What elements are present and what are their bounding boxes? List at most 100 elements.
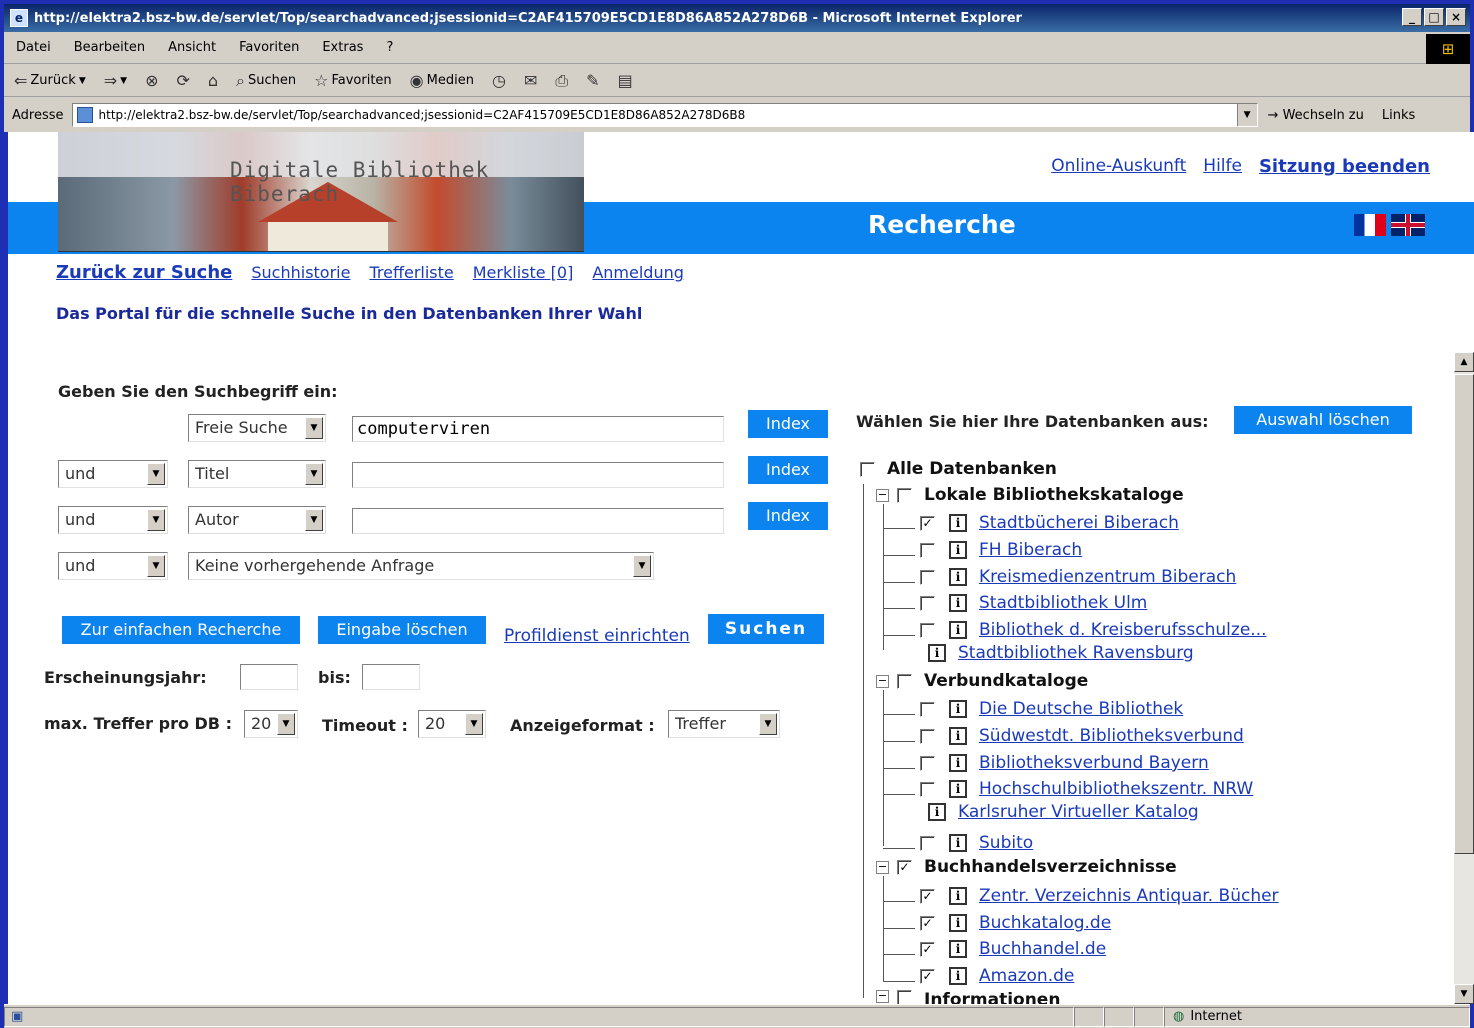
info-icon[interactable]: i bbox=[949, 541, 967, 559]
database-checkbox[interactable] bbox=[920, 595, 935, 611]
info-icon[interactable]: i bbox=[949, 727, 967, 745]
info-icon[interactable]: i bbox=[949, 834, 967, 852]
database-link[interactable]: Bibliotheksverbund Bayern bbox=[979, 753, 1209, 773]
year-to-input[interactable] bbox=[362, 664, 420, 690]
forward-button[interactable]: ⇒ ▼ bbox=[104, 71, 127, 90]
collapse-icon[interactable]: − bbox=[876, 860, 889, 874]
refresh-icon[interactable]: ⟳ bbox=[176, 71, 189, 90]
discuss-icon[interactable]: ▤ bbox=[618, 71, 633, 90]
operator-select-3[interactable]: und ▼ bbox=[58, 506, 168, 534]
info-icon[interactable]: i bbox=[949, 940, 967, 958]
previous-query-select[interactable]: Keine vorhergehende Anfrage ▼ bbox=[188, 552, 654, 580]
menu-help[interactable]: ? bbox=[386, 40, 393, 55]
database-checkbox[interactable] bbox=[920, 728, 935, 744]
scroll-thumb[interactable] bbox=[1454, 374, 1474, 854]
info-icon[interactable]: i bbox=[949, 700, 967, 718]
history-icon[interactable]: ◷ bbox=[492, 71, 506, 90]
collapse-icon[interactable]: − bbox=[876, 488, 889, 502]
info-icon[interactable]: i bbox=[949, 967, 967, 985]
database-link[interactable]: Kreismedienzentrum Biberach bbox=[979, 567, 1236, 587]
all-databases-checkbox[interactable] bbox=[860, 461, 875, 477]
mail-icon[interactable]: ✉ bbox=[524, 71, 537, 90]
year-from-input[interactable] bbox=[240, 664, 298, 690]
database-checkbox[interactable]: ✓ bbox=[920, 515, 935, 531]
database-link[interactable]: Karlsruher Virtueller Katalog bbox=[958, 802, 1199, 822]
timeout-select[interactable]: 20 ▼ bbox=[418, 710, 486, 738]
info-icon[interactable]: i bbox=[928, 644, 946, 662]
database-checkbox[interactable]: ✓ bbox=[920, 888, 935, 904]
clear-input-button[interactable]: Eingabe löschen bbox=[318, 616, 486, 644]
go-button[interactable]: → Wechseln zu bbox=[1268, 108, 1364, 123]
menu-datei[interactable]: Datei bbox=[16, 40, 51, 55]
home-icon[interactable]: ⌂ bbox=[208, 71, 218, 90]
database-checkbox[interactable] bbox=[920, 542, 935, 558]
database-link[interactable]: Stadtbibliothek Ravensburg bbox=[958, 643, 1194, 663]
group-checkbox[interactable]: ✓ bbox=[897, 859, 912, 875]
info-icon[interactable]: i bbox=[949, 621, 967, 639]
database-checkbox[interactable] bbox=[920, 569, 935, 585]
database-checkbox[interactable]: ✓ bbox=[920, 968, 935, 984]
menu-ansicht[interactable]: Ansicht bbox=[168, 40, 216, 55]
edit-icon[interactable]: ✎ bbox=[586, 71, 599, 90]
links-button[interactable]: Links bbox=[1382, 108, 1415, 123]
database-link[interactable]: Buchkatalog.de bbox=[979, 913, 1111, 933]
group-checkbox[interactable] bbox=[897, 487, 912, 503]
database-checkbox[interactable] bbox=[920, 701, 935, 717]
print-icon[interactable]: ⎙ bbox=[555, 71, 568, 91]
info-icon[interactable]: i bbox=[949, 887, 967, 905]
collapse-icon[interactable]: − bbox=[876, 674, 889, 688]
search-submit-button[interactable]: Suchen bbox=[708, 614, 824, 644]
field-select-3[interactable]: Autor ▼ bbox=[188, 506, 326, 534]
scroll-down-icon[interactable]: ▼ bbox=[1454, 984, 1474, 1004]
database-checkbox[interactable]: ✓ bbox=[920, 941, 935, 957]
media-button[interactable]: ◉ Medien bbox=[410, 71, 474, 90]
maximize-button[interactable]: □ bbox=[1424, 8, 1444, 26]
field-select-2[interactable]: Titel ▼ bbox=[188, 460, 326, 488]
field-select-1[interactable]: Freie Suche ▼ bbox=[188, 414, 326, 442]
index-button-1[interactable]: Index bbox=[748, 410, 828, 438]
profile-service-link[interactable]: Profildienst einrichten bbox=[504, 626, 690, 646]
info-icon[interactable]: i bbox=[949, 568, 967, 586]
database-link[interactable]: FH Biberach bbox=[979, 540, 1082, 560]
group-checkbox[interactable] bbox=[897, 673, 912, 689]
info-icon[interactable]: i bbox=[949, 754, 967, 772]
info-icon[interactable]: i bbox=[949, 780, 967, 798]
simple-search-button[interactable]: Zur einfachen Recherche bbox=[62, 616, 300, 644]
search-input-1[interactable]: computerviren bbox=[352, 416, 724, 442]
database-link[interactable]: Amazon.de bbox=[979, 966, 1074, 986]
operator-select-2[interactable]: und ▼ bbox=[58, 460, 168, 488]
database-checkbox[interactable]: ✓ bbox=[920, 915, 935, 931]
minimize-button[interactable]: _ bbox=[1402, 8, 1422, 26]
database-link[interactable]: Hochschulbibliothekszentr. NRW bbox=[979, 779, 1253, 799]
database-link[interactable]: Buchhandel.de bbox=[979, 939, 1106, 959]
favorites-button[interactable]: ☆ Favoriten bbox=[314, 71, 392, 90]
group-checkbox[interactable] bbox=[897, 990, 912, 1004]
info-icon[interactable]: i bbox=[949, 914, 967, 932]
database-checkbox[interactable] bbox=[920, 835, 935, 851]
address-input[interactable]: http://elektra2.bsz-bw.de/servlet/Top/se… bbox=[71, 103, 1258, 127]
bookmark-list-link[interactable]: Merkliste [0] bbox=[473, 263, 574, 282]
back-to-search-link[interactable]: Zurück zur Suche bbox=[56, 262, 232, 283]
index-button-2[interactable]: Index bbox=[748, 456, 828, 484]
database-link[interactable]: Stadtbücherei Biberach bbox=[979, 513, 1179, 533]
database-link[interactable]: Subito bbox=[979, 833, 1033, 853]
menu-bearbeiten[interactable]: Bearbeiten bbox=[74, 40, 145, 55]
database-link[interactable]: Die Deutsche Bibliothek bbox=[979, 699, 1183, 719]
database-checkbox[interactable] bbox=[920, 622, 935, 638]
info-icon[interactable]: i bbox=[928, 803, 946, 821]
max-hits-select[interactable]: 20 ▼ bbox=[244, 710, 298, 738]
login-link[interactable]: Anmeldung bbox=[592, 263, 684, 282]
info-icon[interactable]: i bbox=[949, 514, 967, 532]
database-checkbox[interactable] bbox=[920, 781, 935, 797]
operator-select-4[interactable]: und ▼ bbox=[58, 552, 168, 580]
database-link[interactable]: Zentr. Verzeichnis Antiquar. Bücher bbox=[979, 886, 1279, 906]
database-link[interactable]: Bibliothek d. Kreisberufsschulze... bbox=[979, 620, 1267, 640]
stop-icon[interactable]: ⊗ bbox=[145, 71, 158, 90]
scroll-up-icon[interactable]: ▲ bbox=[1454, 352, 1474, 372]
search-input-2[interactable] bbox=[352, 462, 724, 488]
search-input-3[interactable] bbox=[352, 508, 724, 534]
search-history-link[interactable]: Suchhistorie bbox=[251, 263, 350, 282]
collapse-icon[interactable]: − bbox=[876, 990, 889, 1003]
close-button[interactable]: × bbox=[1446, 8, 1466, 26]
back-button[interactable]: ⇐ Zurück ▼ bbox=[14, 71, 86, 90]
